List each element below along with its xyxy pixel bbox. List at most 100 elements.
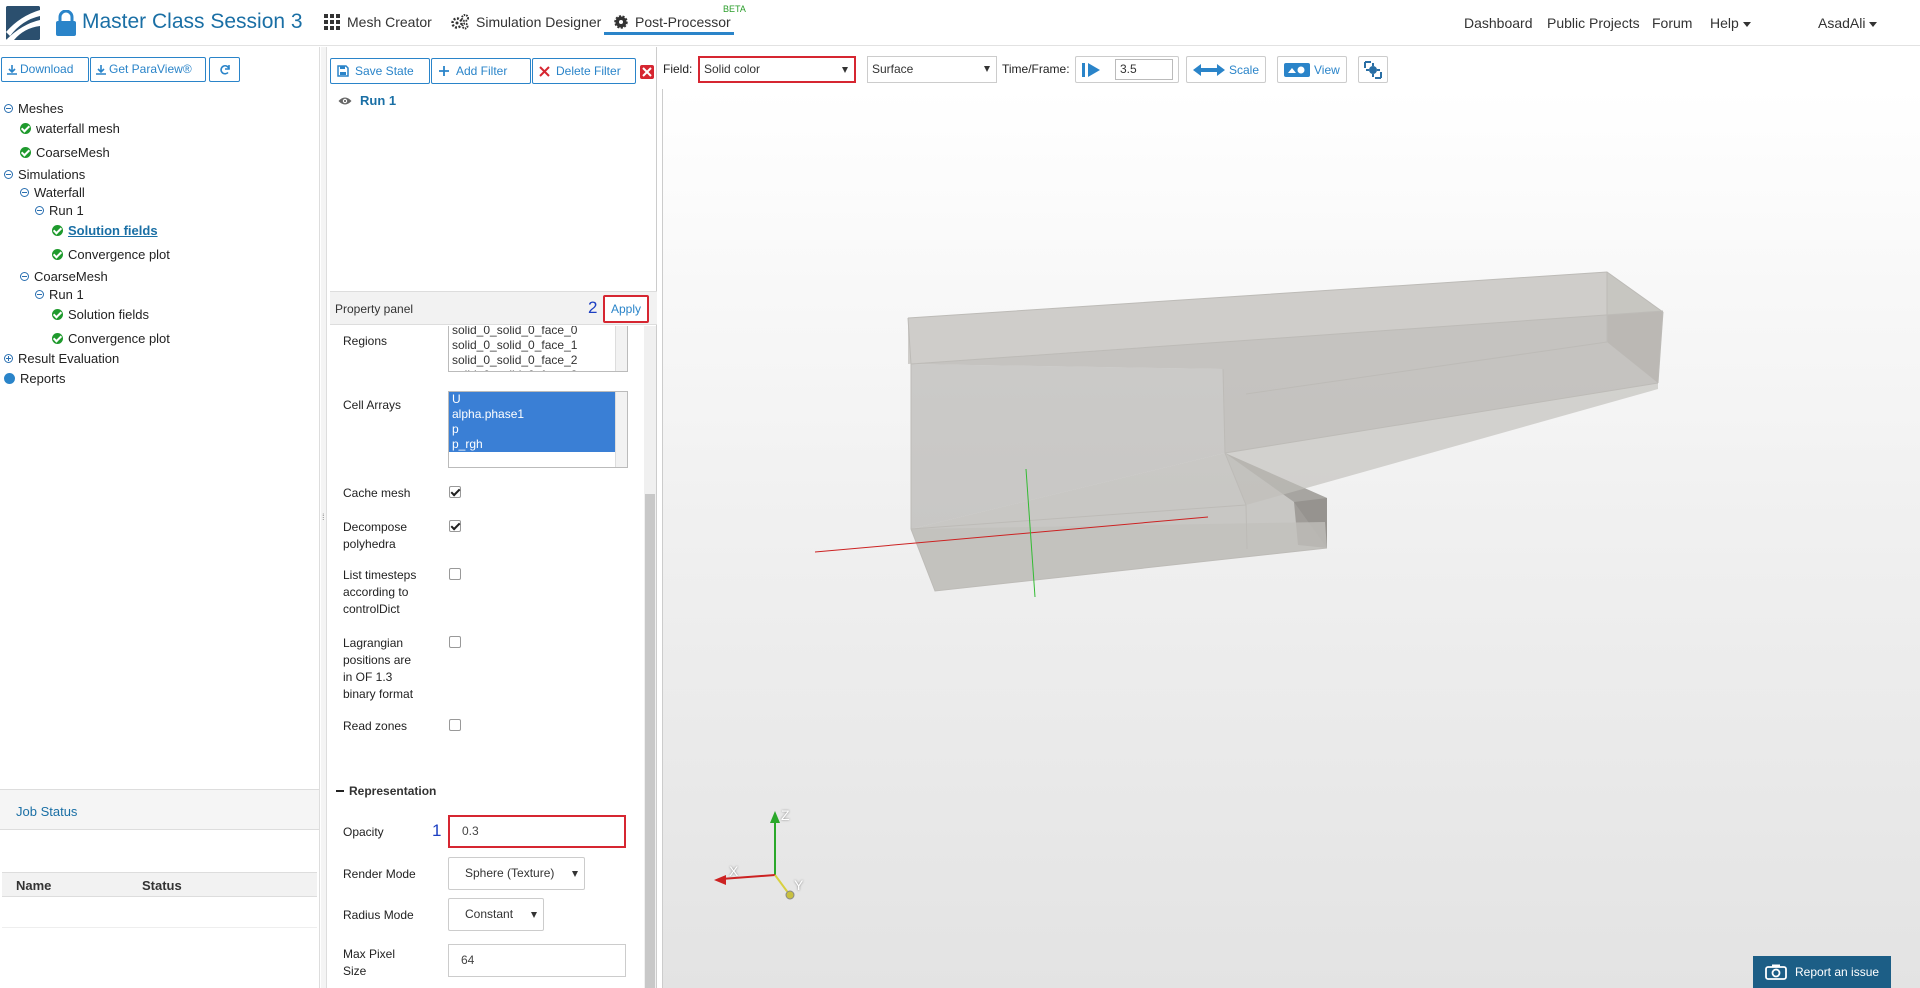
property-panel-title: Property panel [335, 302, 414, 316]
eye-icon[interactable] [338, 96, 352, 106]
decompose-label: Decompose polyhedra [343, 520, 408, 551]
regions-list[interactable]: solid_0_solid_0_face_0 solid_0_solid_0_f… [448, 326, 628, 372]
tree-convergence-plot[interactable]: Convergence plot [52, 331, 170, 346]
camera-icon [1765, 964, 1787, 980]
collapse-icon[interactable] [20, 188, 29, 197]
nav-public-projects[interactable]: Public Projects [1547, 15, 1640, 31]
representation-section-header[interactable]: Representation [336, 784, 436, 798]
cache-mesh-label: Cache mesh [343, 486, 411, 500]
render-mode-select[interactable]: Sphere (Texture) [448, 857, 585, 890]
collapse-icon[interactable] [20, 272, 29, 281]
tab-simulation-designer[interactable]: Simulation Designer [451, 14, 601, 30]
nav-dashboard[interactable]: Dashboard [1464, 15, 1533, 31]
get-paraview-button[interactable]: Get ParaView® [90, 57, 206, 82]
close-panel-icon[interactable] [639, 64, 655, 80]
tab-post-processor[interactable]: Post-Processor [614, 14, 731, 30]
collapse-icon[interactable] [35, 206, 44, 215]
tree-label: CoarseMesh [36, 145, 110, 160]
tree-solution-fields[interactable]: Solution fields [52, 307, 149, 322]
user-menu[interactable]: AsadAli [1818, 15, 1878, 31]
axis-label-x: X [729, 863, 739, 879]
job-status-title[interactable]: Job Status [0, 790, 319, 830]
view-button[interactable]: View [1277, 56, 1347, 83]
report-issue-button[interactable]: Report an issue [1753, 956, 1891, 988]
list-scrollbar[interactable] [615, 392, 627, 467]
list-item[interactable]: p [449, 422, 627, 437]
pipeline-item-run-1[interactable]: Run 1 [338, 93, 396, 108]
tree-reports[interactable]: Reports [4, 371, 66, 386]
tree-meshes[interactable]: Meshes [4, 101, 64, 116]
tree-simulations[interactable]: Simulations [4, 167, 85, 182]
col-status[interactable]: Status [142, 878, 182, 893]
max-pixel-size-input[interactable]: 64 [448, 944, 626, 977]
max-pixel-size-label: Max Pixel Size [343, 947, 396, 978]
refresh-button[interactable] [209, 57, 240, 82]
step-marker-2: 2 [588, 298, 598, 317]
read-zones-checkbox[interactable] [449, 719, 461, 731]
check-icon [52, 225, 63, 236]
tree-sim-waterfall[interactable]: Waterfall [20, 185, 85, 200]
render-viewport[interactable]: Z X Y [662, 89, 1920, 988]
tree-mesh-coarse[interactable]: CoarseMesh [20, 145, 110, 160]
check-icon [20, 123, 31, 134]
tree-run-1[interactable]: Run 1 [35, 203, 84, 218]
tree-run-1[interactable]: Run 1 [35, 287, 84, 302]
collapse-icon[interactable] [4, 104, 13, 113]
list-item[interactable]: U [449, 392, 627, 407]
time-frame-label: Time/Frame: [1002, 62, 1070, 76]
tree-convergence-plot[interactable]: Convergence plot [52, 247, 170, 262]
list-scrollbar[interactable] [615, 326, 627, 371]
list-item[interactable]: solid_0_solid_0_face_3 [449, 368, 627, 371]
col-name[interactable]: Name [16, 878, 51, 893]
panel-splitter[interactable]: ⁞ [321, 47, 327, 988]
scale-button[interactable]: Scale [1186, 56, 1266, 83]
dropdown-arrow-icon [572, 871, 578, 877]
reset-camera-button[interactable] [1358, 56, 1388, 83]
list-timesteps-checkbox[interactable] [449, 568, 461, 580]
save-state-button[interactable]: Save State [330, 58, 430, 84]
representation-select[interactable]: Surface [867, 56, 997, 83]
tree-solution-fields-active[interactable]: Solution fields [52, 223, 158, 238]
tree-mesh-waterfall[interactable]: waterfall mesh [20, 121, 120, 136]
horizontal-arrows-icon [1193, 63, 1225, 76]
scale-label: Scale [1228, 62, 1259, 77]
cell-arrays-label: Cell Arrays [343, 398, 402, 412]
delete-filter-button[interactable]: Delete Filter [532, 58, 636, 84]
tree-label: Convergence plot [68, 331, 170, 346]
scene-canvas[interactable] [663, 89, 1920, 988]
nav-forum[interactable]: Forum [1652, 15, 1692, 31]
tab-mesh-creator[interactable]: Mesh Creator [324, 14, 432, 30]
tree-result-evaluation[interactable]: Result Evaluation [4, 351, 119, 366]
radius-mode-select[interactable]: Constant [448, 898, 544, 931]
cell-arrays-list[interactable]: U alpha.phase1 p p_rgh [448, 391, 628, 468]
opacity-input[interactable]: 0.3 [448, 815, 626, 848]
collapse-icon[interactable] [4, 170, 13, 179]
decompose-checkbox[interactable] [449, 520, 461, 532]
list-item[interactable]: solid_0_solid_0_face_1 [449, 338, 627, 353]
download-icon [96, 64, 106, 75]
list-item[interactable]: p_rgh [449, 437, 627, 452]
list-item[interactable]: solid_0_solid_0_face_0 [449, 326, 627, 338]
property-panel-scrollbar[interactable] [644, 326, 656, 988]
list-timesteps-label: List timesteps according to controlDict [343, 568, 417, 616]
cache-mesh-checkbox[interactable] [449, 486, 461, 498]
field-select[interactable]: Solid color [698, 56, 856, 83]
lagrangian-checkbox[interactable] [449, 636, 461, 648]
mesh-geometry[interactable] [907, 271, 1664, 592]
refresh-icon [219, 64, 230, 75]
add-filter-button[interactable]: Add Filter [431, 58, 531, 84]
download-button[interactable]: Download [1, 57, 89, 82]
tree-sim-coarsemesh[interactable]: CoarseMesh [20, 269, 108, 284]
expand-icon[interactable] [4, 354, 13, 363]
time-frame-input[interactable]: 3.5 [1115, 59, 1173, 80]
check-icon [52, 249, 63, 260]
list-item[interactable]: alpha.phase1 [449, 407, 627, 422]
nav-help[interactable]: Help [1710, 15, 1751, 31]
list-item[interactable]: solid_0_solid_0_face_2 [449, 353, 627, 368]
check-icon [52, 309, 63, 320]
apply-button[interactable]: Apply [603, 295, 649, 323]
scrollbar-thumb[interactable] [645, 494, 655, 988]
app-logo[interactable] [6, 6, 40, 40]
collapse-icon[interactable] [35, 290, 44, 299]
play-icon[interactable] [1082, 62, 1102, 78]
